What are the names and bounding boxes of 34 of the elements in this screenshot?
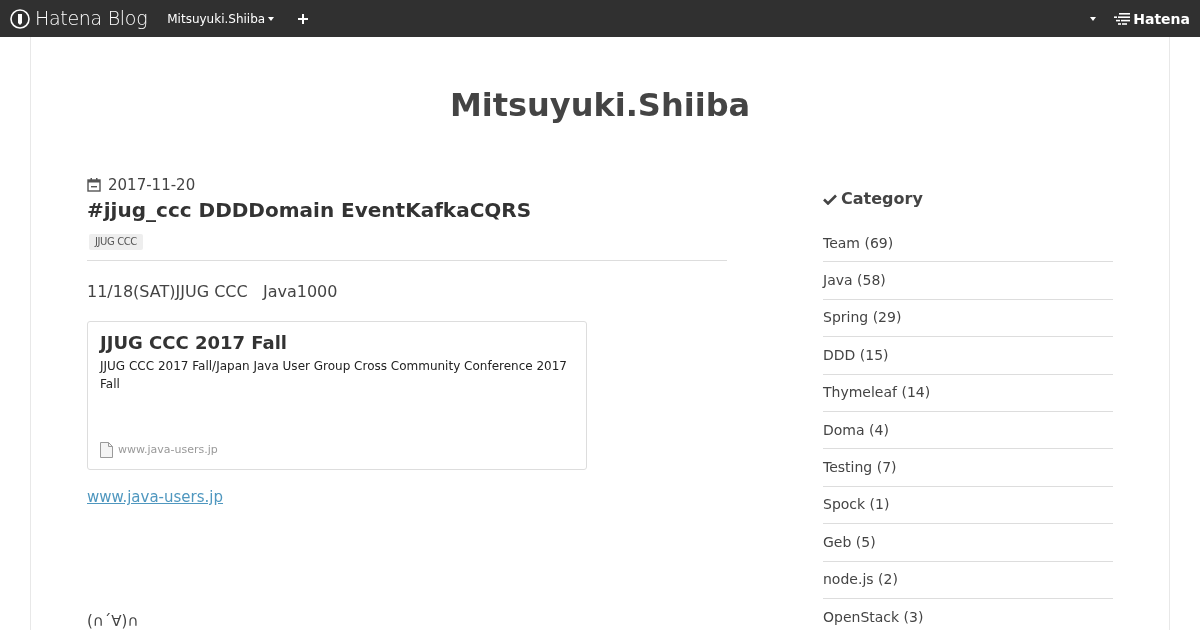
kaomoji-text: (∩´∀)∩ [87,611,139,630]
sidebar-category-link[interactable]: Team (69) [823,234,894,252]
entry-date-link[interactable]: 2017-11-20 [87,175,727,195]
check-icon [823,193,837,205]
embed-card-site: www.java-users.jp [118,441,218,458]
document-icon [100,441,113,458]
sidebar-category-link[interactable]: Spring (29) [823,309,902,327]
calendar-icon [87,178,101,192]
blog-title[interactable]: Mitsuyuki.Shiiba [31,85,1169,125]
dotted-lines-icon [1114,12,1132,25]
sidebar-category-link[interactable]: Spock (1) [823,496,890,514]
pen-circle-icon [10,8,30,29]
caret-icon [268,16,275,21]
entry-text: 11/18(SAT)JJUG CCC Java1000 [87,281,338,303]
sidebar-category-link[interactable]: Doma (4) [823,421,889,439]
sidebar-category-link[interactable]: Thymeleaf (14) [823,384,931,402]
category-module-title: Category [823,187,1113,211]
sidebar-category-link[interactable]: Geb (5) [823,533,876,551]
entry-title[interactable]: #jjug_ccc DDDDomain EventKafkaCQRS [87,197,727,223]
plus-icon [298,13,309,24]
embed-card-description: JJUG CCC 2017 Fall/Japan Java User Group Cross Community Conference 2017 Fall [100,358,568,393]
embed-card-title: JJUG CCC 2017 Fall [100,331,289,355]
hatena-blog-logo[interactable]: Hatena Blog [10,8,148,29]
sidebar-category-link[interactable]: node.js (2) [823,571,898,589]
sidebar-category-link[interactable]: Testing (7) [823,459,897,477]
sidebar-category-link[interactable]: DDD (15) [823,346,889,364]
sidebar-category-link[interactable]: Java (58) [823,272,886,290]
hatena-brand-link[interactable]: Hatena [1114,11,1190,26]
caret-icon [1090,16,1097,21]
sidebar-category-link[interactable]: OpenStack (3) [823,608,924,626]
embed-card[interactable]: JJUG CCC 2017 Fall JJUG CCC 2017 Fall/Japan Java User Group Cross Community Conference 2017 Fall www.java-users.jp [87,321,587,470]
blog-menu[interactable]: Mitsuyuki.Shiiba [167,9,275,28]
add-button[interactable] [298,13,309,24]
category-tag[interactable]: JJUG CCC [89,234,143,250]
